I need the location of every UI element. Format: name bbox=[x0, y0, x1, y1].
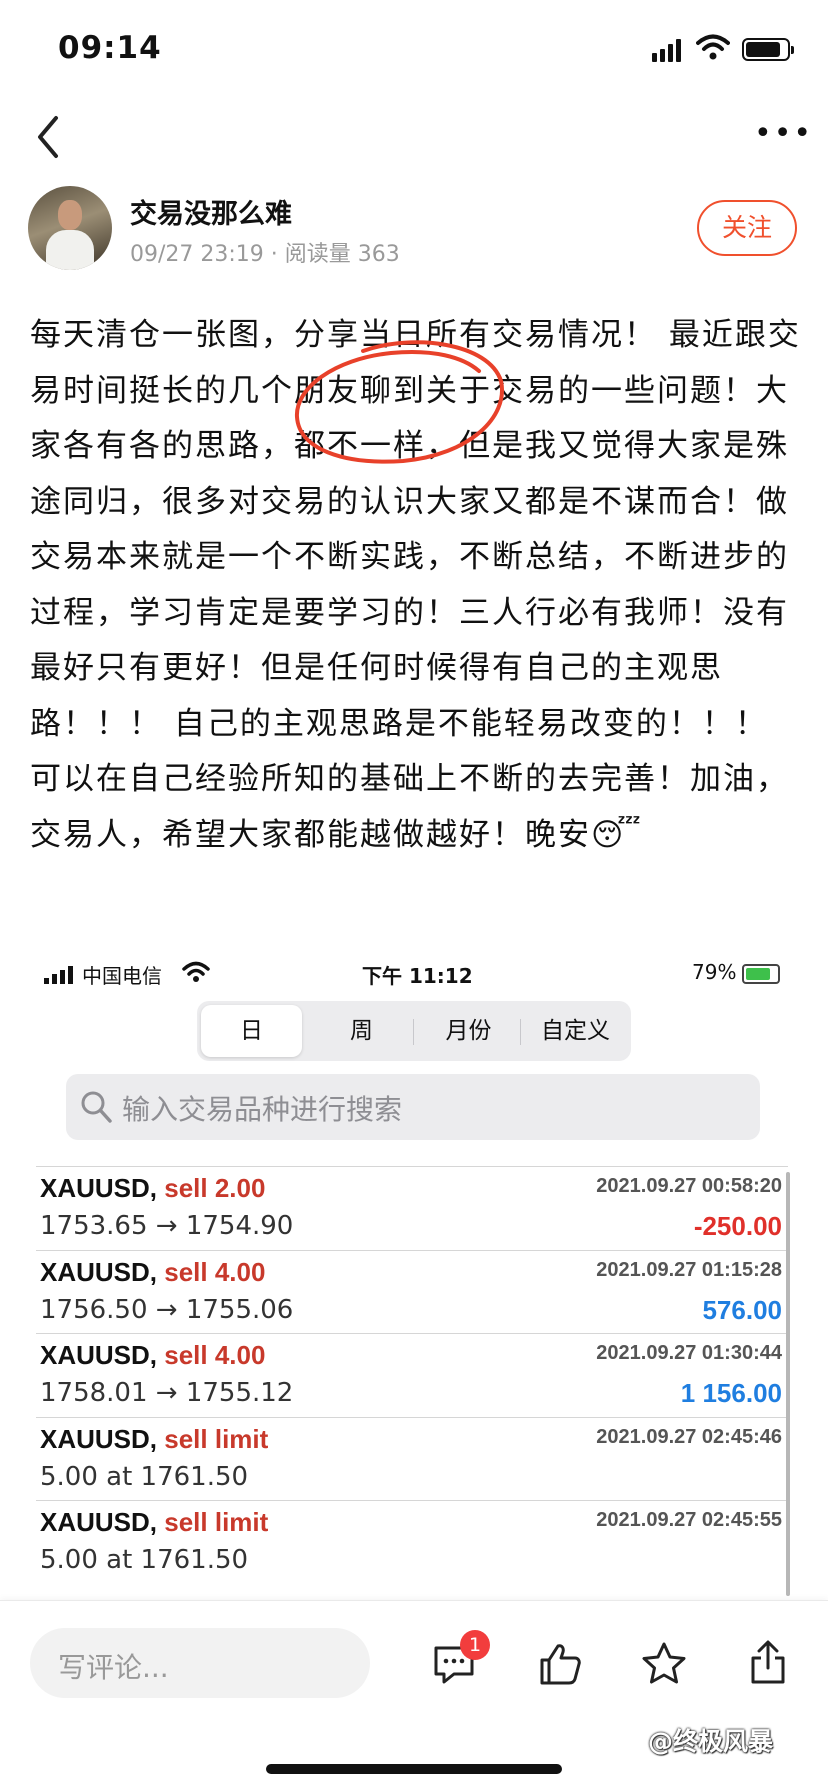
trade-symbol-text: XAUUSD, bbox=[40, 1507, 158, 1537]
scrollbar[interactable] bbox=[786, 1172, 790, 1596]
tab-month[interactable]: 月份 bbox=[418, 1005, 519, 1057]
follow-button[interactable]: 关注 bbox=[697, 200, 797, 256]
trade-price: 1753.65 → 1754.90 bbox=[40, 1211, 294, 1241]
trade-profit: 576.00 bbox=[702, 1294, 782, 1325]
share-icon[interactable] bbox=[744, 1638, 792, 1686]
trade-price: 1756.50 → 1755.06 bbox=[40, 1294, 294, 1325]
trade-time: 2021.09.27 02:45:55 bbox=[596, 1509, 782, 1531]
period-segmented-control: 日 周 月份 自定义 bbox=[197, 1001, 631, 1061]
trade-time: 2021.09.27 02:45:46 bbox=[596, 1425, 782, 1448]
tab-day[interactable]: 日 bbox=[201, 1005, 302, 1057]
trade-side: sell 4.00 bbox=[164, 1256, 266, 1287]
trade-profit: -250.00 bbox=[693, 1211, 782, 1241]
trade-symbol: XAUUSD, sell 2.00 bbox=[40, 1173, 265, 1204]
watermark: @终极风暴 bbox=[648, 1727, 774, 1756]
trade-time: 2021.09.27 01:30:44 bbox=[596, 1342, 782, 1364]
cellular-signal-icon bbox=[652, 38, 686, 62]
trade-symbol: XAUUSD, sell 4.00 bbox=[40, 1257, 265, 1288]
comment-placeholder: 写评论... bbox=[58, 1651, 169, 1684]
more-options-icon[interactable]: ••• bbox=[754, 119, 811, 152]
post-meta: 09/27 23:19 · 阅读量 363 bbox=[130, 242, 400, 267]
status-bar: 09:14 bbox=[0, 0, 828, 96]
embedded-status-bar: 中国电信 下午 11:12 79% bbox=[40, 958, 792, 990]
trade-side: sell 4.00 bbox=[164, 1340, 266, 1370]
trade-time: 2021.09.27 00:58:20 bbox=[596, 1175, 782, 1197]
trade-symbol: XAUUSD, sell limit bbox=[40, 1424, 268, 1455]
trade-side: sell limit bbox=[164, 1507, 269, 1537]
tab-week[interactable]: 周 bbox=[311, 1005, 412, 1057]
like-icon[interactable] bbox=[536, 1640, 584, 1688]
red-circle-annotation bbox=[294, 340, 504, 464]
trade-price: 5.00 at 1761.50 bbox=[40, 1461, 249, 1492]
trade-price: 5.00 at 1761.50 bbox=[40, 1545, 249, 1575]
embedded-battery-icon bbox=[742, 964, 780, 984]
status-time: 09:14 bbox=[58, 30, 162, 66]
wifi-icon bbox=[696, 34, 730, 60]
search-icon bbox=[81, 1091, 112, 1123]
trade-row[interactable]: XAUUSD, sell 2.00 2021.09.27 00:58:20 1753… bbox=[36, 1166, 788, 1250]
trade-profit: 1 156.00 bbox=[680, 1378, 782, 1408]
trade-symbol-text: XAUUSD, bbox=[40, 1423, 158, 1454]
embedded-signal-icon bbox=[44, 966, 74, 984]
trade-row[interactable]: XAUUSD, sell 4.00 2021.09.27 01:15:28 1756… bbox=[36, 1249, 788, 1334]
avatar[interactable] bbox=[28, 186, 112, 270]
trade-side: sell 2.00 bbox=[164, 1173, 266, 1203]
trade-symbol-text: XAUUSD, bbox=[40, 1256, 158, 1287]
trade-history-list: XAUUSD, sell 2.00 2021.09.27 00:58:20 1753… bbox=[36, 1166, 788, 1584]
comment-input[interactable]: 写评论... bbox=[30, 1628, 370, 1698]
search-placeholder: 输入交易品种进行搜索 bbox=[122, 1093, 403, 1126]
battery-icon bbox=[742, 38, 794, 61]
search-input[interactable]: 输入交易品种进行搜索 bbox=[66, 1074, 760, 1140]
trade-symbol: XAUUSD, sell limit bbox=[40, 1507, 268, 1538]
comment-count-badge: 1 bbox=[460, 1630, 490, 1660]
trade-time: 2021.09.27 01:15:28 bbox=[596, 1258, 782, 1281]
tab-custom[interactable]: 自定义 bbox=[525, 1005, 626, 1057]
trade-symbol: XAUUSD, sell 4.00 bbox=[40, 1340, 265, 1371]
trade-price: 1758.01 → 1755.12 bbox=[40, 1378, 294, 1408]
trade-row[interactable]: XAUUSD, sell limit 2021.09.27 02:45:55 5.0… bbox=[36, 1500, 788, 1584]
embedded-battery-percent: 79% bbox=[692, 960, 737, 984]
trade-row[interactable]: XAUUSD, sell 4.00 2021.09.27 01:30:44 1758… bbox=[36, 1333, 788, 1417]
star-icon[interactable] bbox=[640, 1640, 688, 1688]
author-name[interactable]: 交易没那么难 bbox=[130, 192, 292, 231]
embedded-time: 下午 11:12 bbox=[362, 964, 473, 988]
trade-side: sell limit bbox=[164, 1423, 269, 1454]
trade-symbol-text: XAUUSD, bbox=[40, 1173, 158, 1203]
trade-row[interactable]: XAUUSD, sell limit 2021.09.27 02:45:46 5.0… bbox=[36, 1416, 788, 1501]
trade-symbol-text: XAUUSD, bbox=[40, 1340, 158, 1370]
home-indicator bbox=[266, 1764, 562, 1774]
embedded-carrier: 中国电信 bbox=[82, 964, 162, 988]
back-chevron-icon[interactable] bbox=[30, 112, 70, 162]
embedded-wifi-icon bbox=[182, 961, 210, 982]
